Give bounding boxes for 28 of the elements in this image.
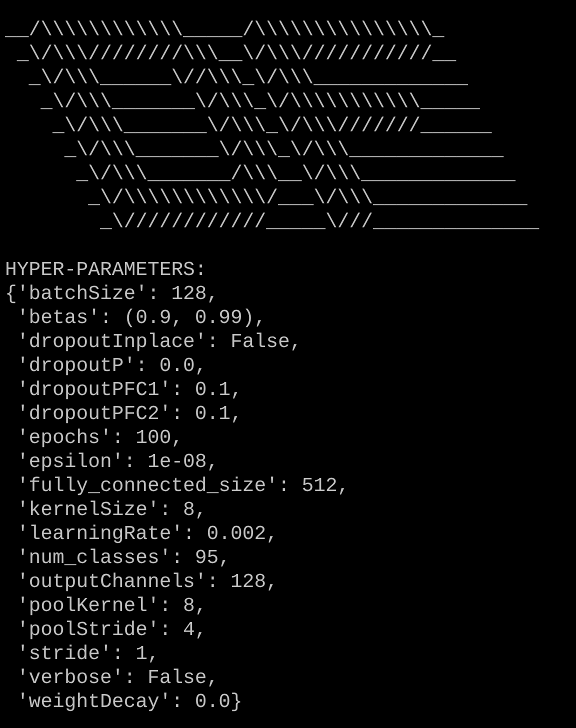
output-line: 'epochs': 100, — [16, 426, 184, 450]
output-line: {'batchSize': 128, — [5, 282, 219, 306]
output-line: 'poolStride': 4, — [16, 618, 207, 642]
ascii-art-line: _\////////////_____\///______________ — [98, 210, 540, 234]
output-line: 'dropoutPFC1': 0.1, — [16, 378, 242, 402]
output-line: 'stride': 1, — [16, 642, 160, 666]
ascii-art-line: __/\\\\\\\\\\\\_____/\\\\\\\\\\\\\\\_ — [5, 18, 444, 42]
output-line: 'fully_connected_size': 512, — [16, 474, 350, 498]
output-line: 'num_classes': 95, — [16, 546, 231, 570]
output-line: 'betas': (0.9, 0.99), — [16, 306, 266, 330]
output-line: 'poolKernel': 8, — [16, 594, 207, 618]
output-heading: HYPER-PARAMETERS: — [5, 258, 207, 282]
ascii-art-line: _\/\\\\\\\\\\\\/___\/\\\_____________ — [87, 186, 528, 210]
output-line: 'outputChannels': 128, — [16, 570, 278, 594]
output-line: 'dropoutPFC2': 0.1, — [16, 402, 242, 426]
output-line: 'verbose': False, — [16, 666, 219, 690]
ascii-art-line: _\/\\\______\//\\\_\/\\\_____________ — [28, 66, 468, 90]
output-line: 'epsilon': 1e-08, — [16, 450, 219, 474]
ascii-art-line: _\/\\\_______\/\\\_\/\\\_____________ — [63, 138, 504, 162]
output-line: 'kernelSize': 8, — [16, 498, 207, 522]
ascii-art-line: _\/\\\_______\/\\\_\/\\\///////______ — [51, 114, 492, 138]
output-line: 'learningRate': 0.002, — [16, 522, 278, 546]
ascii-art-line: _\/\\\_______/\\\__\/\\\_____________ — [75, 162, 516, 186]
output-line: 'dropoutP': 0.0, — [16, 354, 207, 378]
output-line: 'dropoutInplace': False, — [16, 330, 302, 354]
output-line: 'weightDecay': 0.0} — [16, 690, 242, 714]
ascii-art-line: _\/\\\_______\/\\\_\/\\\\\\\\\\\_____ — [40, 90, 480, 114]
ascii-art-line: _\/\\\////////\\\__\/\\\///////////__ — [16, 42, 456, 66]
